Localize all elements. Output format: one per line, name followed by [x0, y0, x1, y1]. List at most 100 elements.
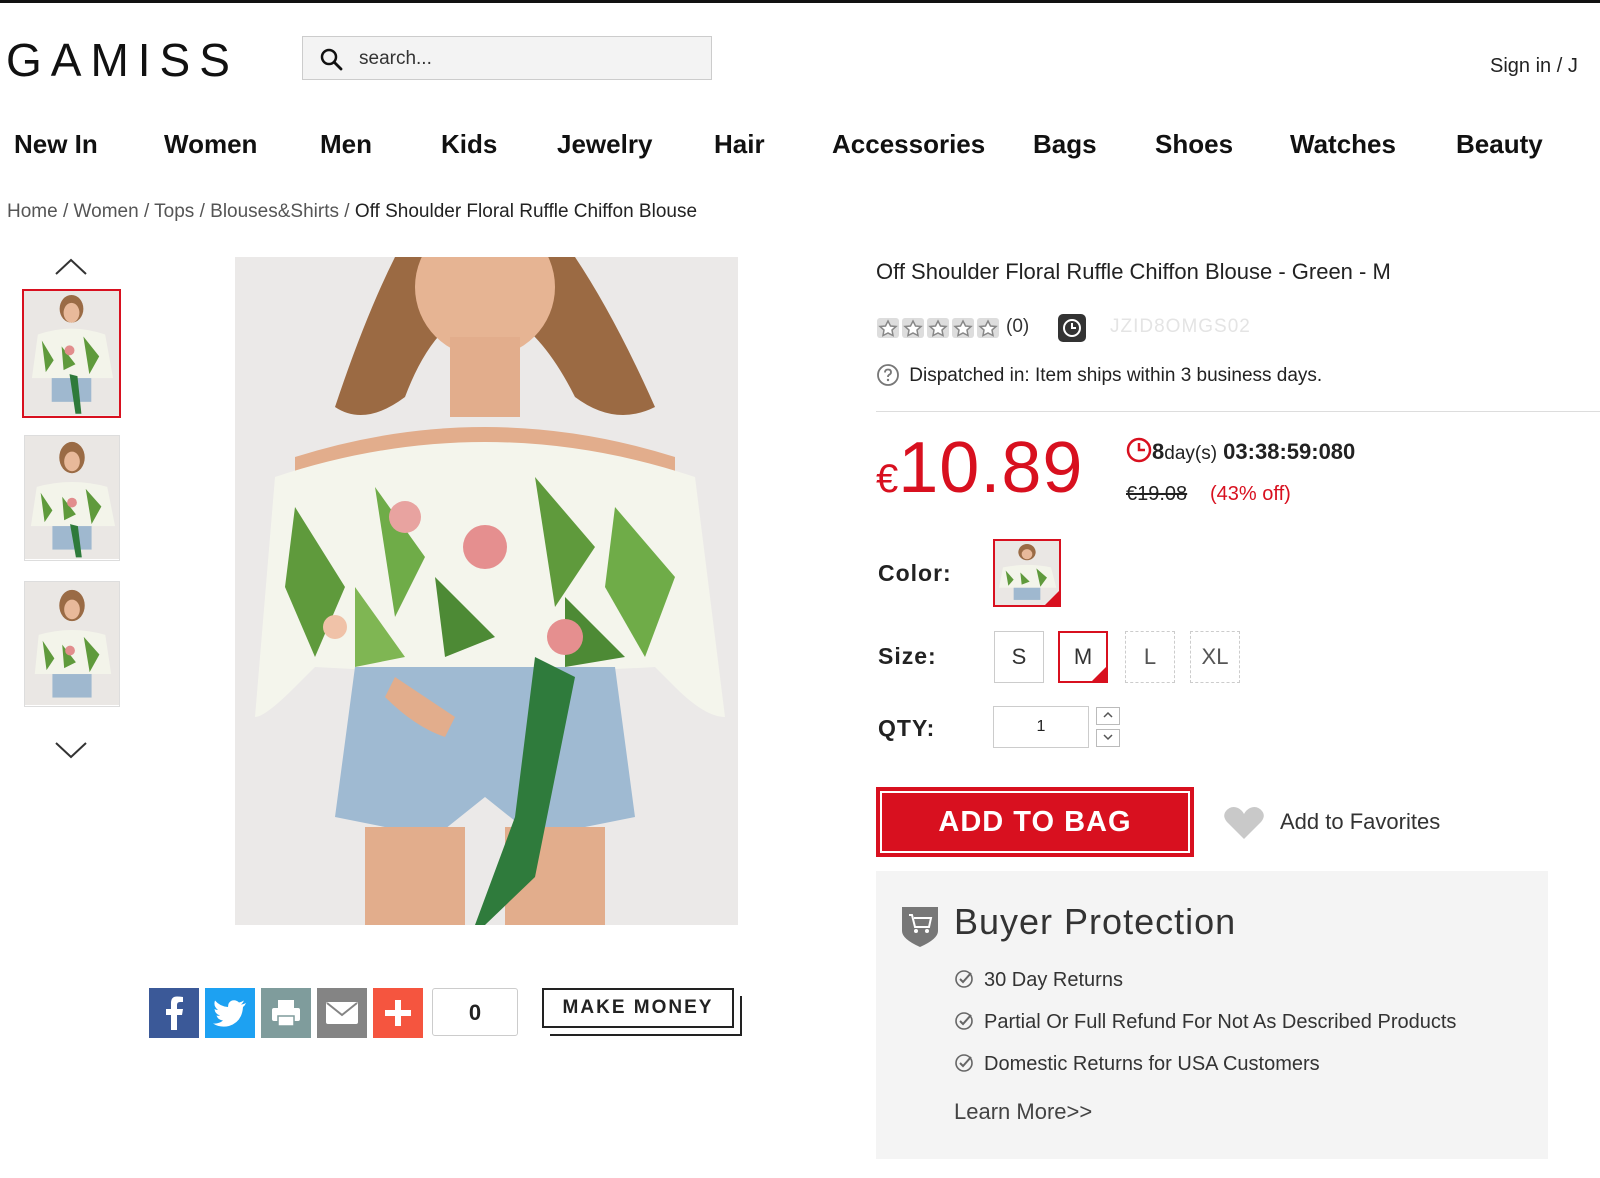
breadcrumb-separator: / [199, 201, 205, 222]
rating-count[interactable]: (0) [1006, 316, 1029, 338]
nav-item-men[interactable]: Men [320, 129, 372, 160]
dispatch-label: Dispatched in: [909, 365, 1030, 386]
nav-item-shoes[interactable]: Shoes [1155, 129, 1233, 160]
breadcrumb-women[interactable]: Women [74, 201, 139, 222]
qty-decrease-button[interactable] [1096, 729, 1120, 747]
chevron-down-icon [1103, 734, 1113, 741]
countdown-days: 8 [1152, 439, 1165, 464]
signin-link[interactable]: Sign in / J [1490, 55, 1578, 78]
check-circle-icon [955, 1012, 973, 1030]
thumbnail-2[interactable] [24, 435, 120, 561]
price-currency: € [876, 457, 899, 501]
qty-label: QTY: [878, 715, 936, 741]
search-icon[interactable] [319, 47, 343, 71]
plus-icon [385, 1000, 411, 1026]
color-label: Color: [878, 560, 952, 586]
nav-item-beauty[interactable]: Beauty [1456, 129, 1543, 160]
chevron-up-icon [1103, 711, 1113, 718]
main-nav: New In Women Men Kids Jewelry Hair Acces… [14, 129, 1600, 169]
nav-item-watches[interactable]: Watches [1290, 129, 1396, 160]
divider [876, 411, 1600, 412]
share-email[interactable] [317, 988, 367, 1038]
protection-item: 30 Day Returns [954, 969, 1123, 992]
search-box[interactable] [302, 36, 712, 80]
buyer-protection-title: Buyer Protection [954, 901, 1237, 942]
breadcrumb-separator: / [143, 201, 150, 222]
protection-item: Domestic Returns for USA Customers [954, 1053, 1320, 1076]
dispatch-text: Item ships within 3 business days. [1034, 365, 1323, 386]
protection-item-text: 30 Day Returns [984, 969, 1123, 991]
print-icon [272, 1000, 300, 1027]
breadcrumb-home[interactable]: Home [7, 201, 58, 222]
breadcrumb-separator: / [62, 201, 69, 222]
check-circle-icon [955, 970, 973, 988]
share-more[interactable] [373, 988, 423, 1038]
clock-icon [1058, 314, 1086, 342]
product-photo [235, 257, 738, 925]
product-thumbnail-image [25, 436, 119, 560]
selected-marker [1092, 667, 1106, 681]
nav-item-bags[interactable]: Bags [1033, 129, 1097, 160]
quantity-input[interactable]: 1 [993, 706, 1089, 748]
breadcrumb-separator: / [344, 201, 350, 222]
question-icon[interactable] [876, 363, 900, 387]
facebook-icon [166, 996, 183, 1030]
size-option-l[interactable]: L [1125, 631, 1175, 683]
discount-badge: (43% off) [1210, 483, 1291, 505]
dispatch-info: Dispatched in: Item ships within 3 busin… [876, 363, 1322, 387]
product-title: Off Shoulder Floral Ruffle Chiffon Blous… [876, 259, 1391, 284]
nav-item-women[interactable]: Women [164, 129, 257, 160]
search-input[interactable] [357, 45, 691, 73]
site-logo[interactable]: GAMISS [6, 37, 239, 83]
product-thumbnail-image [24, 291, 119, 416]
size-option-label: M [1073, 644, 1093, 669]
nav-item-new-in[interactable]: New In [14, 129, 98, 160]
nav-item-jewelry[interactable]: Jewelry [557, 129, 652, 160]
email-icon [326, 1002, 358, 1024]
breadcrumb-tops[interactable]: Tops [154, 201, 194, 222]
product-main-image[interactable] [235, 257, 738, 925]
size-option-m[interactable]: M [1058, 631, 1108, 683]
current-price: €10.89 [876, 427, 1083, 509]
learn-more-link[interactable]: Learn More>> [954, 1099, 1092, 1125]
countdown-timer: 8day(s) 03:38:59:080 [1126, 437, 1355, 465]
share-print[interactable] [261, 988, 311, 1038]
selected-marker [1045, 591, 1059, 605]
breadcrumb-blouses[interactable]: Blouses&Shirts [210, 201, 339, 222]
chevron-down-icon[interactable] [54, 740, 88, 760]
rating-stars[interactable] [876, 317, 1000, 339]
size-option-s[interactable]: S [994, 631, 1044, 683]
product-sku: JZID8OMGS02 [1110, 316, 1251, 337]
shield-cart-icon [902, 907, 938, 947]
clock-icon [1126, 437, 1152, 463]
share-count: 0 [432, 988, 518, 1036]
nav-item-hair[interactable]: Hair [714, 129, 765, 160]
twitter-icon [213, 1000, 246, 1027]
qty-increase-button[interactable] [1096, 707, 1120, 725]
thumbnail-3[interactable] [24, 581, 120, 707]
product-thumbnail-image [25, 582, 119, 706]
make-money-button[interactable]: MAKE MONEY [542, 988, 734, 1028]
heart-icon[interactable] [1222, 805, 1266, 841]
color-swatch-green[interactable] [993, 539, 1061, 607]
add-to-favorites-link[interactable]: Add to Favorites [1280, 809, 1440, 835]
share-twitter[interactable] [205, 988, 255, 1038]
size-label: Size: [878, 643, 937, 669]
countdown-time: 03:38:59:080 [1223, 439, 1356, 464]
countdown-days-suffix: day(s) [1164, 443, 1218, 464]
add-to-bag-button[interactable]: ADD TO BAG [876, 787, 1194, 857]
protection-item-text: Partial Or Full Refund For Not As Descri… [984, 1011, 1457, 1033]
size-option-xl[interactable]: XL [1190, 631, 1240, 683]
thumbnail-1[interactable] [22, 289, 121, 418]
check-circle-icon [955, 1054, 973, 1072]
protection-item: Partial Or Full Refund For Not As Descri… [954, 1011, 1456, 1034]
price-value: 10.89 [898, 428, 1084, 508]
nav-item-kids[interactable]: Kids [441, 129, 497, 160]
chevron-up-icon[interactable] [54, 257, 88, 277]
protection-item-text: Domestic Returns for USA Customers [984, 1053, 1320, 1075]
nav-item-accessories[interactable]: Accessories [832, 129, 985, 160]
original-price: €19.08 [1126, 483, 1188, 505]
breadcrumb-current: Off Shoulder Floral Ruffle Chiffon Blous… [354, 201, 698, 222]
breadcrumb: Home / Women / Tops / Blouses&Shirts / O… [7, 201, 697, 223]
share-facebook[interactable] [149, 988, 199, 1038]
